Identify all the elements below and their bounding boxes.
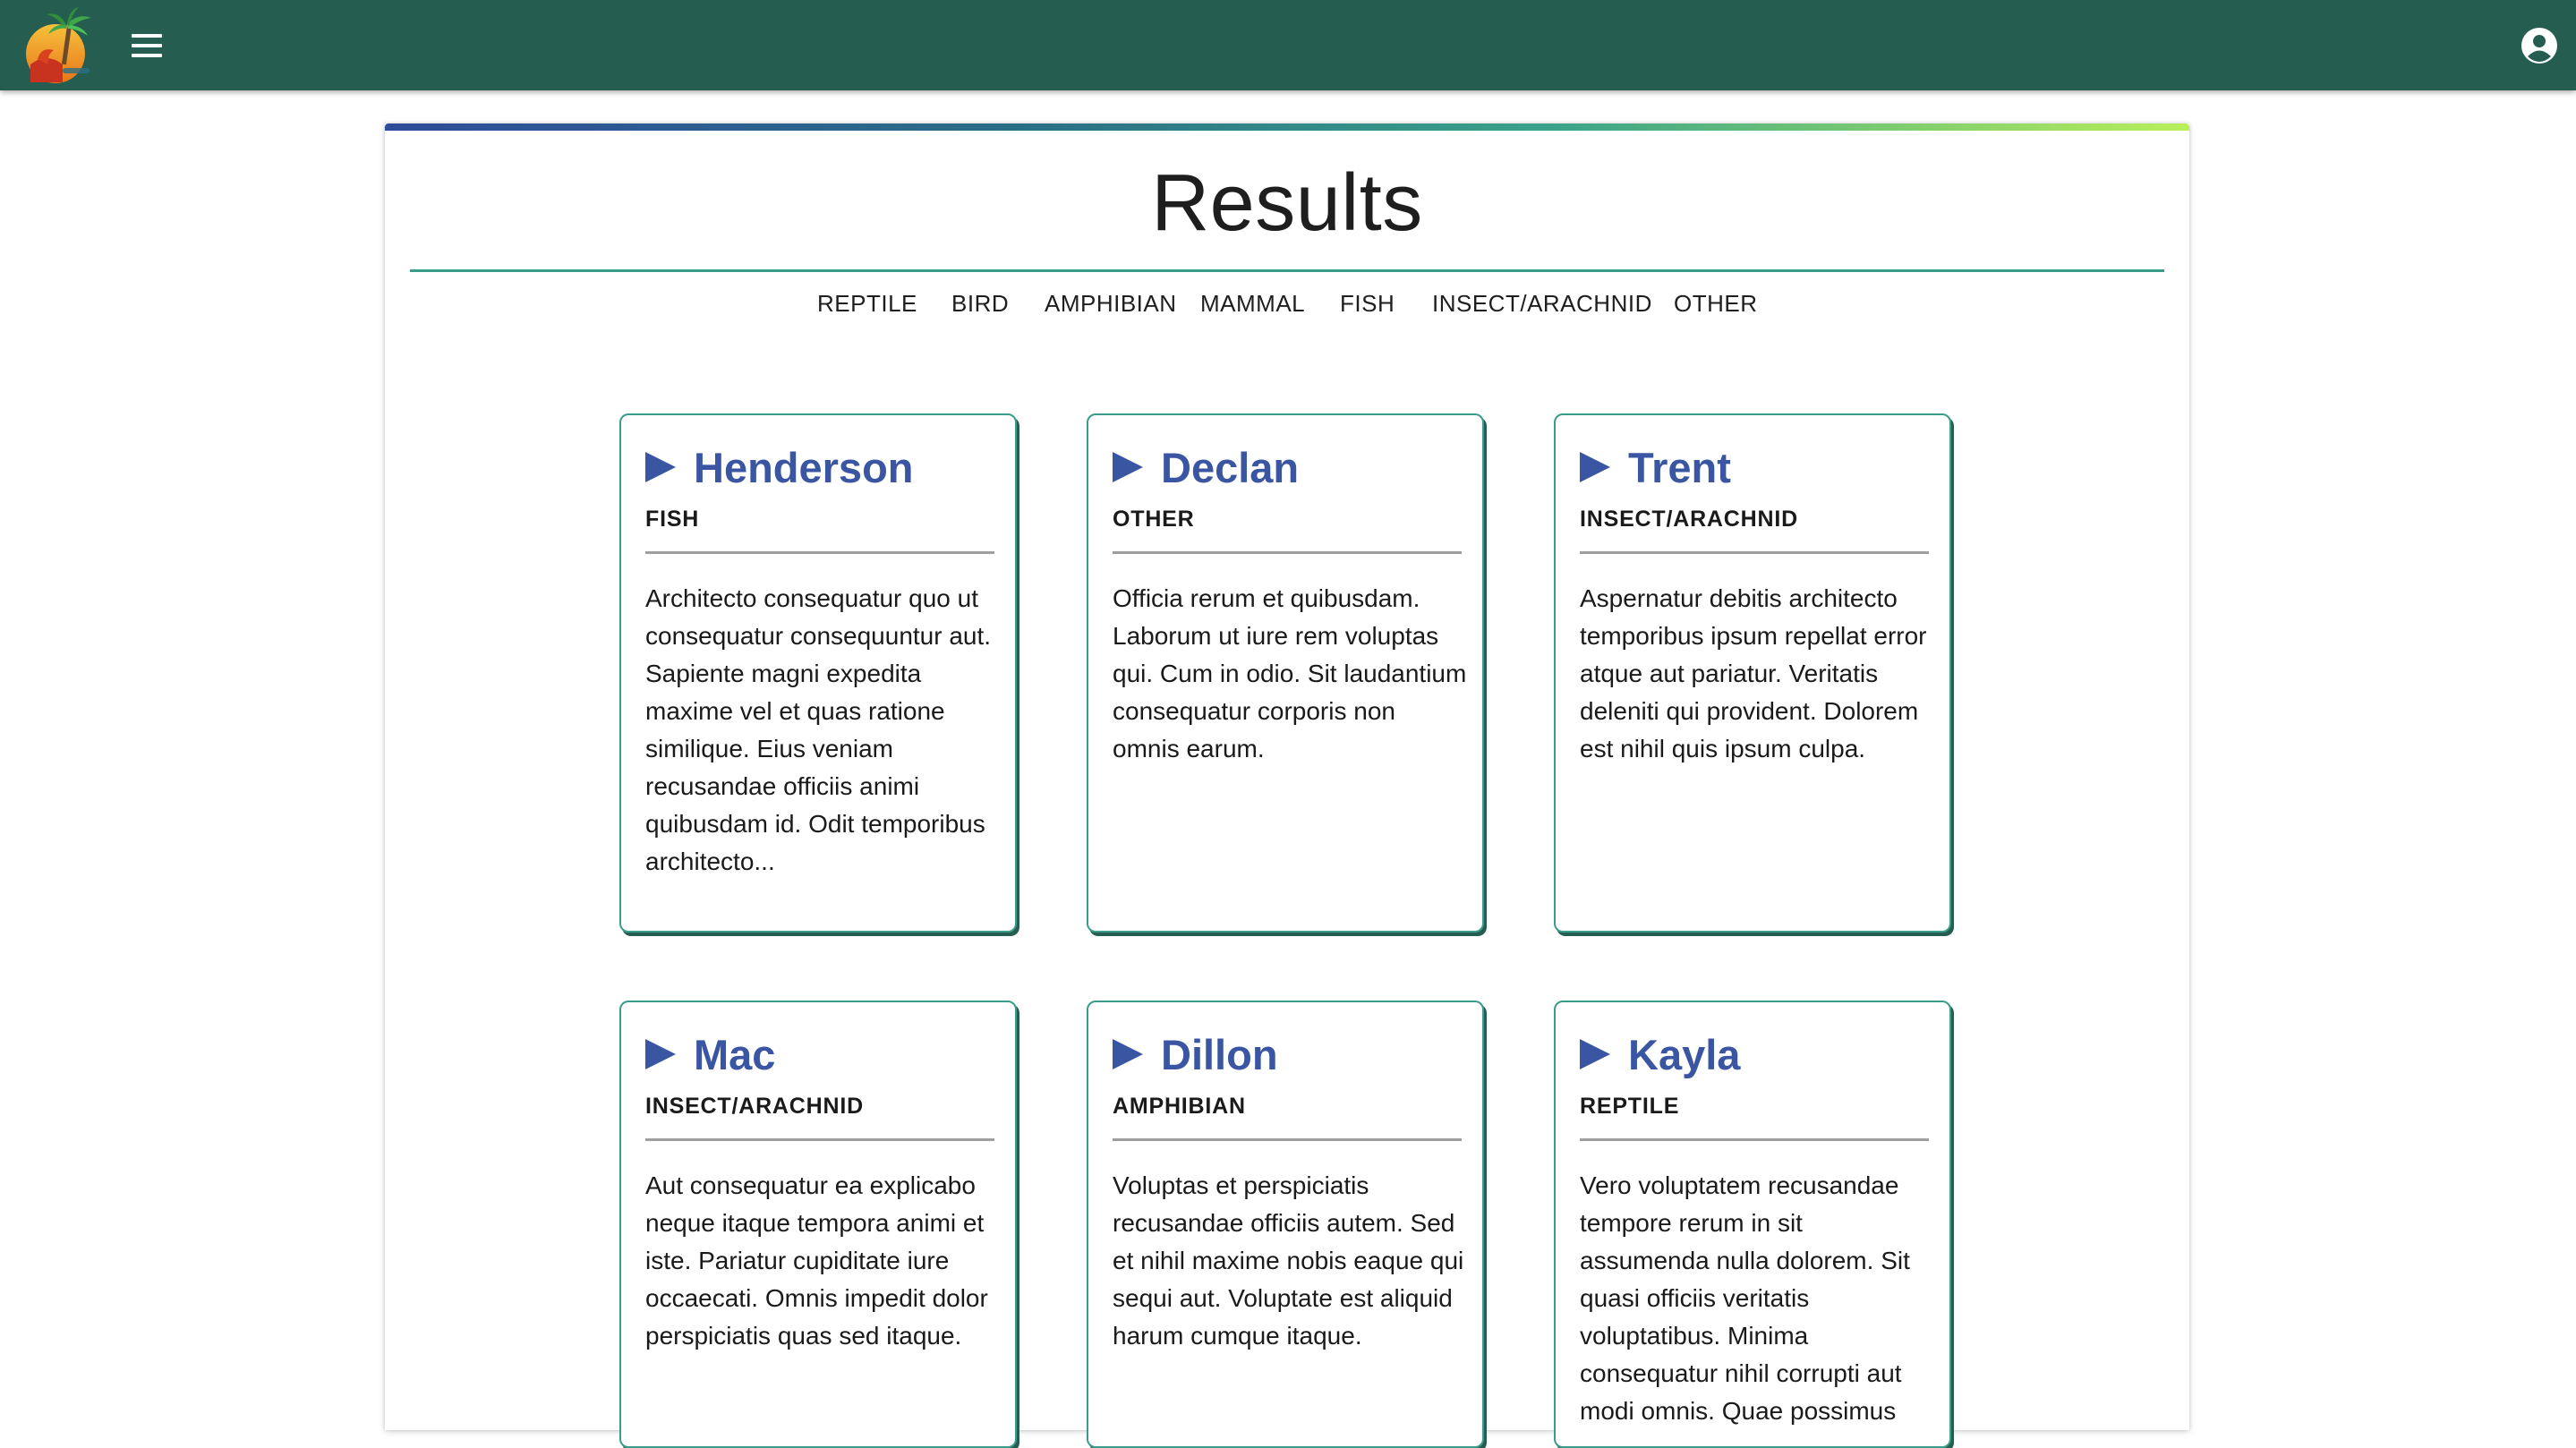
hamburger-menu-icon[interactable]: [128, 30, 166, 61]
card-header: Kayla: [1580, 1029, 1740, 1079]
card-name[interactable]: Dillon: [1161, 1030, 1278, 1079]
filter-fish[interactable]: FISH: [1340, 290, 1395, 318]
island-logo-icon[interactable]: [23, 5, 97, 86]
card-name[interactable]: Mac: [694, 1030, 775, 1079]
filter-bird[interactable]: BIRD: [951, 290, 1009, 318]
card-category: INSECT/ARACHNID: [1580, 507, 1798, 532]
animal-card[interactable]: Kayla REPTILE Vero voluptatem recusandae…: [1554, 1001, 1951, 1448]
app-bar: [0, 0, 2576, 90]
card-description: Architecto consequatur quo ut consequatu…: [645, 584, 992, 875]
card-description: Vero voluptatem recusandae tempore rerum…: [1580, 1171, 1910, 1425]
card-divider: [1580, 1138, 1929, 1141]
play-arrow-icon: [1113, 452, 1143, 482]
play-arrow-icon: [1113, 1039, 1143, 1069]
card-divider: [645, 1138, 994, 1141]
card-category: FISH: [645, 507, 700, 532]
card-name[interactable]: Trent: [1628, 443, 1731, 492]
card-category: REPTILE: [1580, 1094, 1680, 1119]
panel-accent-bar: [385, 124, 2189, 131]
card-description: Aut consequatur ea explicabo neque itaqu…: [645, 1171, 988, 1350]
filter-insect-arachnid[interactable]: INSECT/ARACHNID: [1432, 290, 1652, 318]
title-divider: [410, 269, 2164, 272]
filter-mammal[interactable]: MAMMAL: [1200, 290, 1305, 318]
animal-card[interactable]: Trent INSECT/ARACHNID Aspernatur debitis…: [1554, 413, 1951, 933]
card-category: INSECT/ARACHNID: [645, 1094, 864, 1119]
card-header: Henderson: [645, 442, 914, 492]
results-panel: Results REPTILE BIRD AMPHIBIAN MAMMAL FI…: [385, 124, 2189, 1448]
play-arrow-icon: [1580, 452, 1610, 482]
card-divider: [1113, 551, 1462, 554]
play-arrow-icon: [1580, 1039, 1610, 1069]
card-description: Voluptas et perspiciatis recusandae offi…: [1113, 1171, 1464, 1350]
filter-other[interactable]: OTHER: [1674, 290, 1758, 318]
play-arrow-icon: [645, 1039, 676, 1069]
animal-card[interactable]: Dillon AMPHIBIAN Voluptas et perspiciati…: [1087, 1001, 1484, 1448]
filter-amphibian[interactable]: AMPHIBIAN: [1045, 290, 1177, 318]
card-name[interactable]: Kayla: [1628, 1030, 1740, 1079]
card-category: AMPHIBIAN: [1113, 1094, 1246, 1119]
filter-reptile[interactable]: REPTILE: [817, 290, 917, 318]
category-filter-bar: REPTILE BIRD AMPHIBIAN MAMMAL FISH INSEC…: [385, 290, 2189, 326]
card-divider: [645, 551, 994, 554]
card-header: Mac: [645, 1029, 775, 1079]
account-circle-icon[interactable]: [2521, 27, 2558, 64]
card-description: Aspernatur debitis architecto temporibus…: [1580, 584, 1927, 762]
card-header: Declan: [1113, 442, 1299, 492]
card-name[interactable]: Henderson: [694, 443, 914, 492]
page-title: Results: [1151, 158, 1423, 248]
card-description: Officia rerum et quibusdam. Laborum ut i…: [1113, 584, 1467, 762]
card-header: Trent: [1580, 442, 1731, 492]
animal-card[interactable]: Declan OTHER Officia rerum et quibusdam.…: [1087, 413, 1484, 933]
card-divider: [1580, 551, 1929, 554]
animal-card[interactable]: Henderson FISH Architecto consequatur qu…: [619, 413, 1017, 933]
card-header: Dillon: [1113, 1029, 1278, 1079]
card-name[interactable]: Declan: [1161, 443, 1299, 492]
card-category: OTHER: [1113, 507, 1195, 532]
play-arrow-icon: [645, 452, 676, 482]
animal-card[interactable]: Mac INSECT/ARACHNID Aut consequatur ea e…: [619, 1001, 1017, 1448]
card-divider: [1113, 1138, 1462, 1141]
